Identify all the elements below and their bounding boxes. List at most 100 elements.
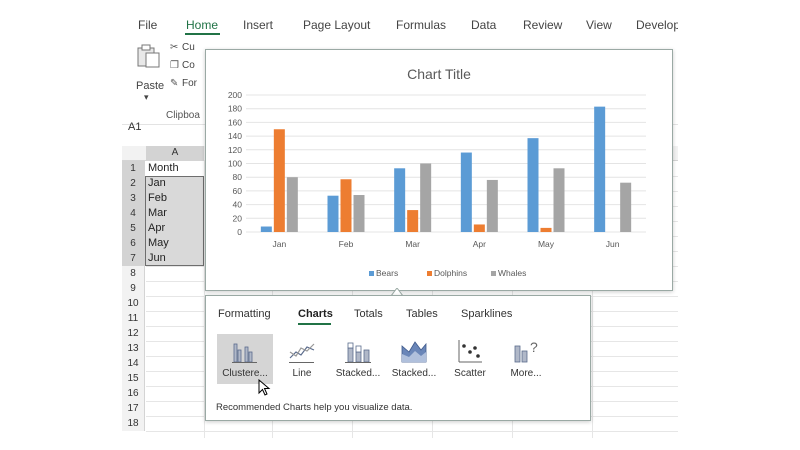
clustered-column-chart: Chart Title 0 20 40 60 80 100 120 140 160 180 200 Ja… <box>228 66 646 278</box>
tab-page-layout[interactable]: Page Layout <box>303 18 370 32</box>
bar-whales-may <box>553 168 565 232</box>
row-gridline <box>146 431 678 432</box>
y-tick-label: 180 <box>228 104 242 114</box>
row-header-5[interactable]: 5 <box>122 221 145 236</box>
bar-dolphins-jan <box>273 129 285 232</box>
quick-analysis-panel: Formatting Charts Totals Tables Sparklin… <box>205 295 591 421</box>
qa-more-charts-label: More... <box>510 368 542 379</box>
x-tick-label: Mar <box>405 239 420 249</box>
x-tick-label: Apr <box>473 239 486 249</box>
y-tick-label: 160 <box>228 117 242 127</box>
qa-tab-totals[interactable]: Totals <box>354 308 383 320</box>
legend-label-bears: Bears <box>376 268 398 278</box>
format-painter-label: For <box>182 78 197 89</box>
bar-bears-jan <box>260 226 272 232</box>
row-header-13[interactable]: 13 <box>122 341 145 356</box>
bar-whales-feb <box>353 195 365 232</box>
paste-button[interactable]: Paste <box>136 80 164 92</box>
clustered-column-icon <box>232 343 257 363</box>
more-charts-icon: ? <box>514 339 538 363</box>
bar-bears-mar <box>394 168 406 232</box>
excel-window: File Home Insert Page Layout Formulas Da… <box>122 12 678 438</box>
row-header-7[interactable]: 7 <box>122 251 145 266</box>
qa-scatter[interactable]: Scatter <box>442 334 498 384</box>
cut-label: Cu <box>182 42 195 53</box>
selection-border <box>145 176 204 266</box>
bar-dolphins-apr <box>473 224 485 232</box>
row-header-8[interactable]: 8 <box>122 266 145 281</box>
bar-bears-may <box>527 138 539 232</box>
bar-whales-jun <box>620 182 632 232</box>
row-header-12[interactable]: 12 <box>122 326 145 341</box>
y-tick-label: 120 <box>228 145 242 155</box>
tab-file[interactable]: File <box>138 18 157 32</box>
tab-developer[interactable]: Develop <box>636 18 678 32</box>
bar-whales-apr <box>486 179 498 232</box>
qa-tab-charts-underline <box>298 323 331 325</box>
qa-stacked-area[interactable]: Stacked... <box>386 334 442 384</box>
tab-home-underline <box>185 33 220 35</box>
cell-a1[interactable]: Month <box>146 161 204 176</box>
column-header-a[interactable]: A <box>146 146 204 160</box>
row-header-1[interactable]: 1 <box>122 161 145 176</box>
row-header-4[interactable]: 4 <box>122 206 145 221</box>
y-tick-label: 60 <box>233 186 243 196</box>
chart-preview: Chart Title 0 20 40 60 80 100 120 140 160 180 200 Ja… <box>205 49 673 291</box>
qa-tab-charts[interactable]: Charts <box>298 308 333 320</box>
qa-clustered-column-label: Clustere... <box>222 368 268 379</box>
row-header-11[interactable]: 11 <box>122 311 145 326</box>
qa-tab-sparklines[interactable]: Sparklines <box>461 308 512 320</box>
ribbon-tabs: File Home Insert Page Layout Formulas Da… <box>122 12 678 38</box>
format-painter-button[interactable]: ✎ For <box>170 78 197 89</box>
legend-swatch-dolphins <box>427 271 432 276</box>
copy-label: Co <box>182 60 195 71</box>
tab-home[interactable]: Home <box>186 18 218 32</box>
qa-clustered-column[interactable]: Clustere... <box>217 334 273 384</box>
mouse-cursor-icon <box>258 379 271 396</box>
legend-swatch-whales <box>491 271 496 276</box>
qa-line[interactable]: Line <box>274 334 330 384</box>
row-header-9[interactable]: 9 <box>122 281 145 296</box>
row-header-15[interactable]: 15 <box>122 371 145 386</box>
chart-title: Chart Title <box>407 66 471 82</box>
svg-text:?: ? <box>530 339 538 355</box>
qa-tab-formatting[interactable]: Formatting <box>218 308 271 320</box>
tab-view[interactable]: View <box>586 18 612 32</box>
row-header-10[interactable]: 10 <box>122 296 145 311</box>
tab-data[interactable]: Data <box>471 18 496 32</box>
row-header-2[interactable]: 2 <box>122 176 145 191</box>
row-header-14[interactable]: 14 <box>122 356 145 371</box>
bar-dolphins-feb <box>340 179 352 232</box>
qa-tab-tables[interactable]: Tables <box>406 308 438 320</box>
row-header-17[interactable]: 17 <box>122 401 145 416</box>
bar-whales-mar <box>420 163 432 232</box>
tab-formulas[interactable]: Formulas <box>396 18 446 32</box>
bar-dolphins-may <box>540 227 552 232</box>
y-tick-label: 100 <box>228 159 242 169</box>
x-tick-label: Jan <box>272 239 286 249</box>
row-header-18[interactable]: 18 <box>122 416 145 431</box>
tab-insert[interactable]: Insert <box>243 18 273 32</box>
bar-bears-apr <box>460 152 472 232</box>
qa-line-label: Line <box>292 368 312 379</box>
bar-dolphins-mar <box>407 210 419 232</box>
qa-more-charts[interactable]: ? More... <box>498 334 554 384</box>
stacked-area-icon <box>401 341 427 363</box>
bar-bears-jun <box>594 106 606 232</box>
qa-stacked-column[interactable]: Stacked... <box>330 334 386 384</box>
paste-dropdown-icon[interactable]: ▾ <box>144 92 149 103</box>
row-header-3[interactable]: 3 <box>122 191 145 206</box>
copy-button[interactable]: ❐ Co <box>170 60 195 71</box>
qa-hint-text: Recommended Charts help you visualize da… <box>216 402 413 413</box>
bar-whales-jan <box>286 177 298 232</box>
row-header-6[interactable]: 6 <box>122 236 145 251</box>
row-header-16[interactable]: 16 <box>122 386 145 401</box>
y-tick-label: 200 <box>228 90 242 100</box>
qa-stacked-column-label: Stacked... <box>335 368 381 379</box>
paste-icon[interactable] <box>136 44 162 68</box>
tab-review[interactable]: Review <box>523 18 562 32</box>
x-tick-label: Jun <box>606 239 620 249</box>
name-box[interactable]: A1 <box>128 121 141 133</box>
x-tick-label: May <box>538 239 555 249</box>
cut-button[interactable]: ✂ Cu <box>170 42 195 53</box>
